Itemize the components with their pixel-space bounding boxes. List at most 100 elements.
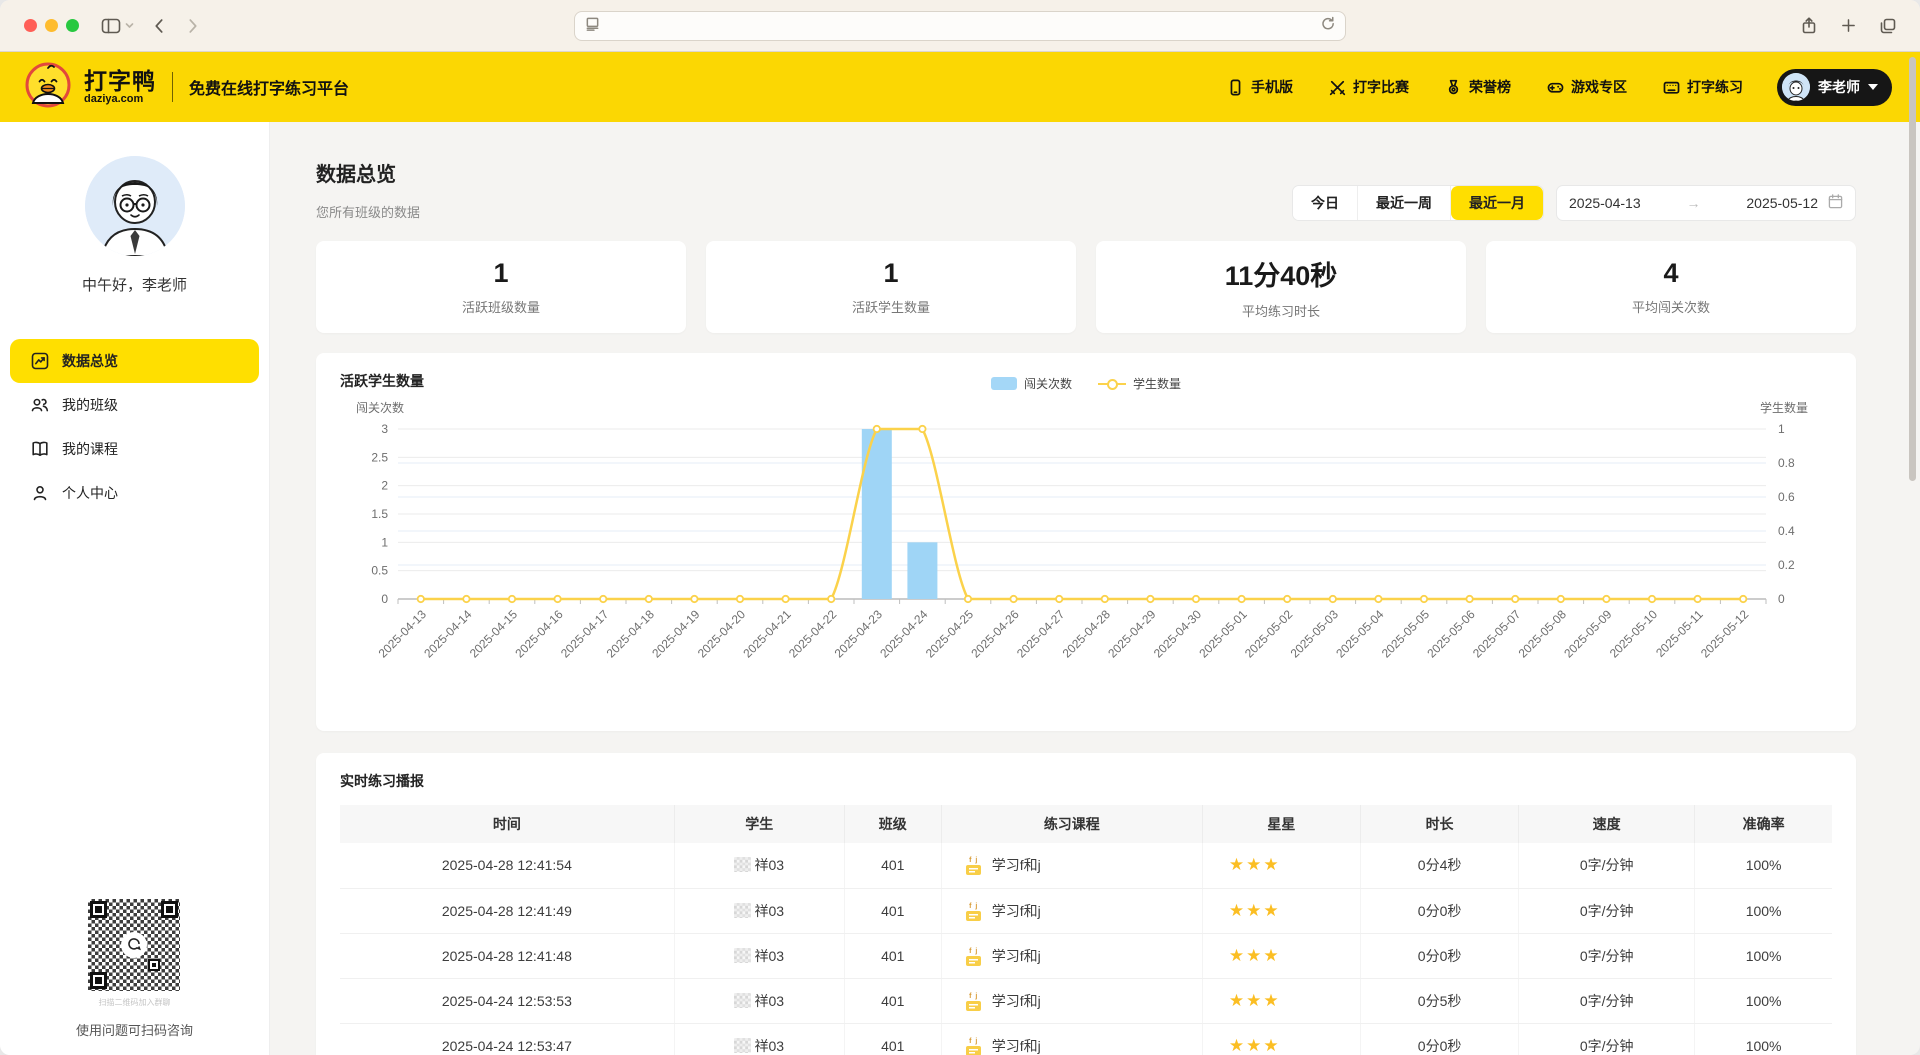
new-tab-icon[interactable]: [1841, 17, 1856, 34]
swords-icon: [1329, 79, 1346, 96]
qr-block: 扫描二维码加入群聊 使用问题可扫码咨询: [76, 899, 193, 1039]
back-button[interactable]: [154, 19, 164, 33]
profile-icon: [30, 483, 50, 503]
svg-text:1: 1: [1778, 422, 1785, 436]
legend-line-label: 学生数量: [1133, 375, 1181, 392]
nav-item-honor[interactable]: 荣誉榜: [1445, 77, 1511, 97]
teacher-avatar: [85, 156, 185, 256]
cell-stars: ★★★: [1202, 1023, 1360, 1055]
duck-logo-icon: [24, 61, 72, 114]
svg-text:2025-04-18: 2025-04-18: [604, 607, 658, 661]
reader-icon: [585, 16, 600, 37]
cell-class: 401: [844, 1023, 941, 1055]
stat-card-1: 1活跃学生数量: [706, 241, 1076, 333]
qr-caption-small: 扫描二维码加入群聊: [98, 997, 170, 1008]
svg-text:2025-04-27: 2025-04-27: [1014, 607, 1068, 661]
legend-item-line[interactable]: 学生数量: [1098, 375, 1181, 392]
cell-speed: 0字/分钟: [1519, 978, 1695, 1023]
cell-course: f j学习f和j: [941, 933, 1202, 978]
svg-text:0.6: 0.6: [1778, 490, 1795, 504]
svg-text:0.5: 0.5: [371, 564, 388, 578]
svg-text:2025-04-21: 2025-04-21: [740, 607, 794, 661]
sidebar-toggle-icon[interactable]: [101, 17, 121, 35]
chart-icon: [30, 351, 50, 371]
share-icon[interactable]: [1801, 17, 1817, 34]
chart-card: 活跃学生数量 闯关次数 学生数量 00.511.522.5300.20.40.6…: [316, 353, 1856, 731]
stat-label: 平均练习时长: [1242, 301, 1320, 320]
user-menu[interactable]: 李老师: [1777, 69, 1892, 106]
cell-class: 401: [844, 843, 941, 888]
minimize-window-button[interactable]: [45, 19, 58, 32]
nav-item-mobile[interactable]: 手机版: [1227, 77, 1293, 97]
svg-text:2025-05-06: 2025-05-06: [1424, 607, 1478, 661]
svg-text:0.8: 0.8: [1778, 456, 1795, 470]
cell-speed: 0字/分钟: [1519, 843, 1695, 888]
cell-student: 祥03: [674, 843, 844, 888]
cell-time: 2025-04-28 12:41:49: [340, 888, 674, 933]
sidebar-item-overview[interactable]: 数据总览: [10, 339, 259, 383]
date-range-picker[interactable]: 2025-04-13 → 2025-05-12: [1556, 185, 1856, 221]
nav-item-contest[interactable]: 打字比赛: [1329, 77, 1409, 97]
classes-icon: [30, 395, 50, 415]
table-row: 2025-04-24 12:53:53祥03401f j学习f和j★★★0分5秒…: [340, 978, 1832, 1023]
logo[interactable]: 打字鸭 daziya.com: [24, 61, 156, 114]
stat-card-3: 4平均闯关次数: [1486, 241, 1856, 333]
svg-text:2025-04-23: 2025-04-23: [832, 607, 886, 661]
legend-item-bar[interactable]: 闯关次数: [991, 375, 1072, 392]
sidebar-item-courses[interactable]: 我的课程: [10, 427, 259, 471]
address-bar[interactable]: [574, 11, 1346, 41]
svg-text:2025-04-29: 2025-04-29: [1105, 607, 1159, 661]
forward-button[interactable]: [188, 19, 198, 33]
stat-value: 1: [883, 258, 898, 289]
reload-icon[interactable]: [1320, 16, 1335, 36]
legend-bar-label: 闯关次数: [1024, 375, 1072, 392]
svg-text:2025-05-05: 2025-05-05: [1379, 607, 1433, 661]
svg-text:2025-05-12: 2025-05-12: [1698, 607, 1752, 661]
svg-text:2.5: 2.5: [371, 450, 388, 464]
cell-duration: 0分0秒: [1361, 1023, 1519, 1055]
stat-label: 活跃班级数量: [462, 297, 540, 316]
caret-down-icon: [1868, 84, 1878, 90]
svg-text:2025-05-01: 2025-05-01: [1196, 607, 1250, 661]
courses-icon: [30, 439, 50, 459]
svg-text:2025-05-04: 2025-05-04: [1333, 607, 1387, 661]
col-header-7: 准确率: [1695, 805, 1832, 843]
date-filters: 今日最近一周最近一月 2025-04-13 → 2025-05-12: [1292, 185, 1856, 221]
col-header-1: 学生: [674, 805, 844, 843]
scrollbar-thumb[interactable]: [1909, 57, 1916, 481]
qr-code: [88, 899, 180, 991]
main-content: 数据总览 您所有班级的数据 今日最近一周最近一月 2025-04-13 → 20…: [270, 122, 1920, 1055]
legend-line-swatch: [1098, 378, 1126, 390]
stat-card-2: 11分40秒平均练习时长: [1096, 241, 1466, 333]
sidebar-item-classes[interactable]: 我的班级: [10, 383, 259, 427]
arrow-right-icon: →: [1651, 195, 1737, 211]
chevron-down-icon[interactable]: [125, 22, 134, 29]
svg-text:2025-04-30: 2025-04-30: [1151, 607, 1205, 661]
close-window-button[interactable]: [24, 19, 37, 32]
chat-bubble-icon: [121, 932, 147, 958]
zoom-window-button[interactable]: [66, 19, 79, 32]
greeting: 中午好，李老师: [82, 274, 187, 295]
range-option-0[interactable]: 今日: [1293, 186, 1358, 220]
window-controls: [24, 19, 79, 32]
stat-value: 11分40秒: [1225, 254, 1338, 293]
medal-icon: [1445, 79, 1462, 96]
cell-time: 2025-04-28 12:41:54: [340, 843, 674, 888]
nav-item-games[interactable]: 游戏专区: [1547, 77, 1627, 97]
range-option-2[interactable]: 最近一月: [1451, 186, 1543, 220]
cell-time: 2025-04-24 12:53:47: [340, 1023, 674, 1055]
sidebar-item-profile[interactable]: 个人中心: [10, 471, 259, 515]
col-header-3: 练习课程: [941, 805, 1202, 843]
col-header-2: 班级: [844, 805, 941, 843]
logo-domain: daziya.com: [84, 93, 156, 105]
tab-overview-icon[interactable]: [1880, 17, 1896, 34]
cell-duration: 0分4秒: [1361, 843, 1519, 888]
range-option-1[interactable]: 最近一周: [1358, 186, 1451, 220]
browser-toolbar: [0, 0, 1920, 52]
stat-card-0: 1活跃班级数量: [316, 241, 686, 333]
range-segmented-control: 今日最近一周最近一月: [1292, 185, 1544, 221]
nav-item-practice[interactable]: 打字练习: [1663, 77, 1743, 97]
svg-text:0: 0: [1778, 592, 1785, 606]
cell-course: f j学习f和j: [941, 843, 1202, 888]
cell-student: 祥03: [674, 933, 844, 978]
